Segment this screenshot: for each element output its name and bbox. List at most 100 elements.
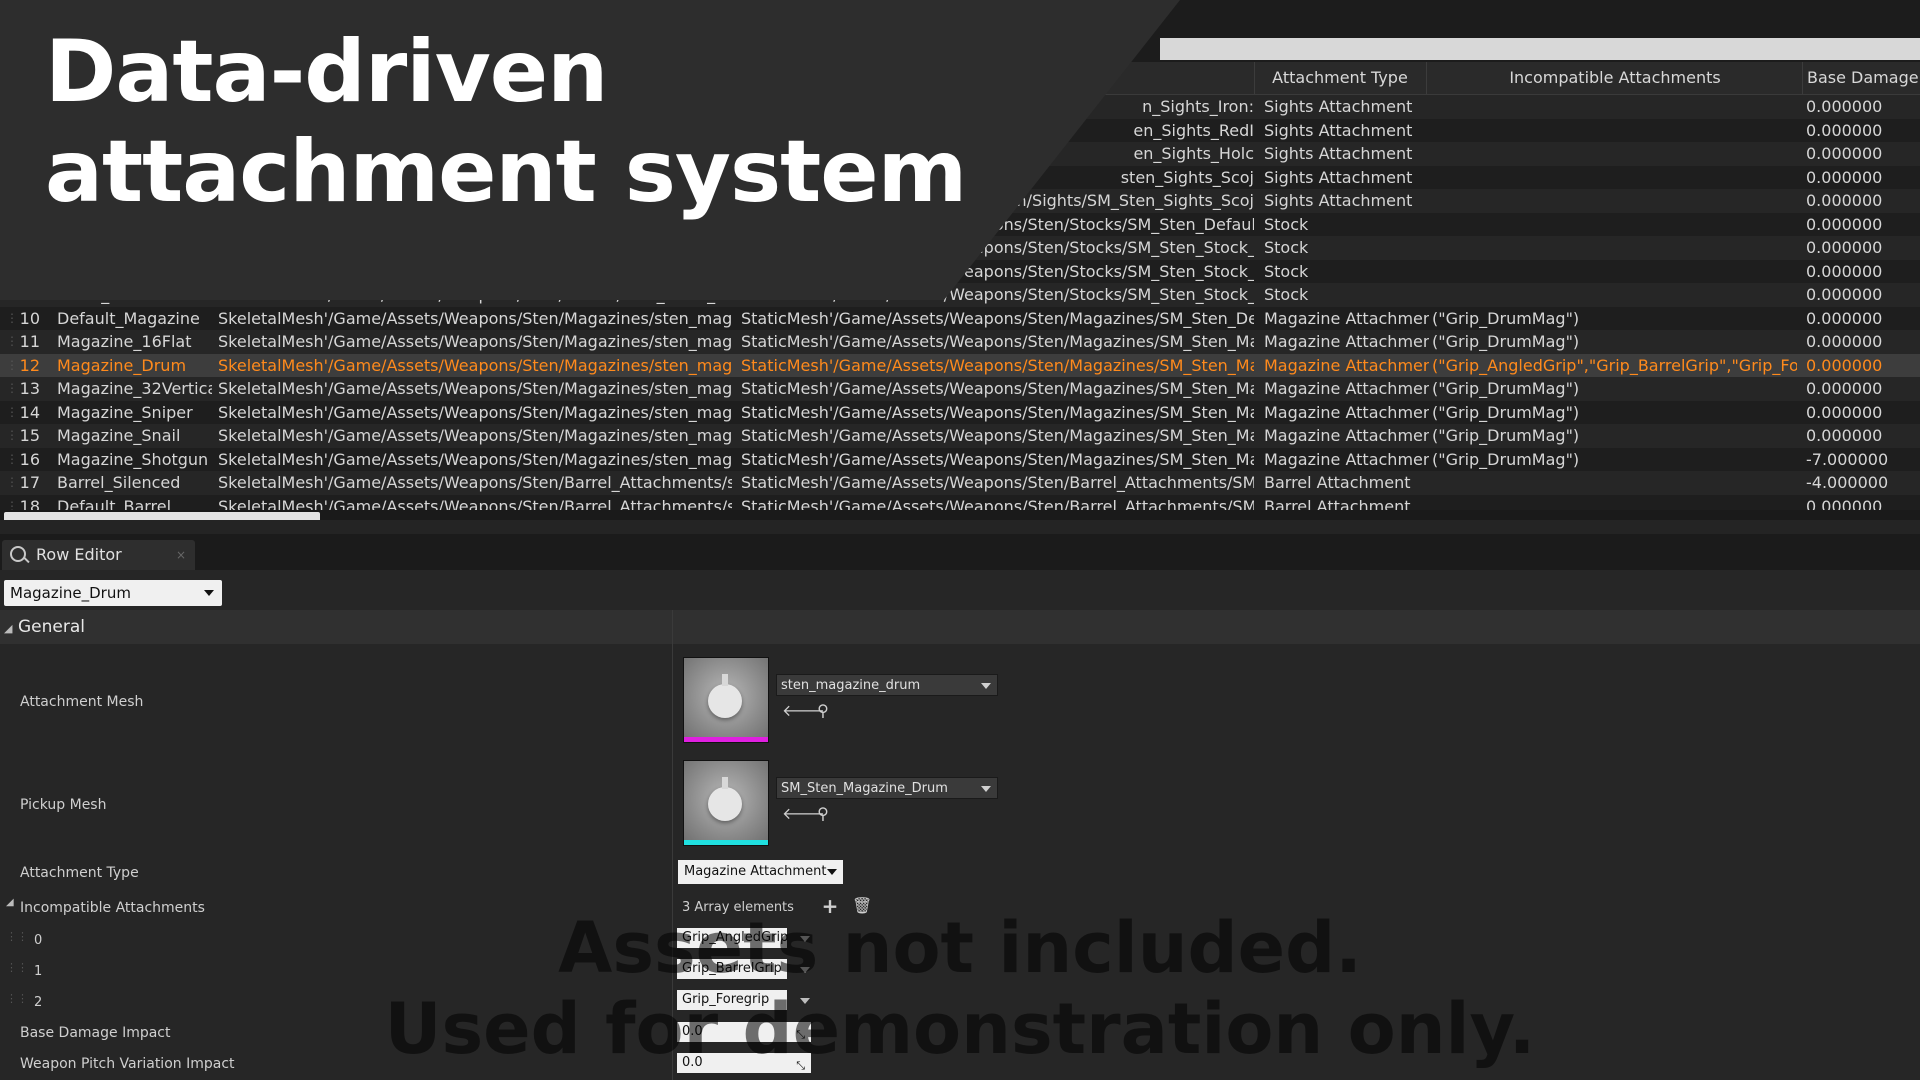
incompatible-attachments-cell: ("Grip_DrumMag") (1432, 332, 1580, 351)
asset-type-color-bar (684, 840, 768, 845)
static-mesh-cell: StaticMesh'/Game/Assets/Weapons/Sten/Mag… (741, 308, 1254, 328)
drag-handle-icon[interactable]: ⋮⋮ (6, 330, 14, 354)
array-element-dropdown[interactable]: Grip_BarrelGrip (677, 959, 787, 979)
attachment-type-cell: Stock (1264, 238, 1309, 257)
drag-handle-icon[interactable]: ⋮⋮ (6, 354, 14, 378)
attachment-type-cell: Stock (1264, 214, 1309, 234)
row-selector-dropdown[interactable]: Magazine_Drum (4, 580, 222, 606)
base-damage-cell: 0.000000 (1806, 120, 1883, 140)
skeletal-mesh-cell: SkeletalMesh'/Game/Assets/Weapons/Sten/M… (218, 426, 732, 445)
static-mesh-cell: StaticMesh'/Game/Assets/Weapons/Sten/Mag… (741, 355, 1254, 375)
pickup-mesh-picker[interactable]: SM_Sten_Magazine_Drum (776, 777, 998, 799)
static-mesh-cell: StaticMesh'/Game/Assets/Weapons/Sten/Mag… (741, 449, 1254, 469)
row-name: Barrel_Silenced (57, 473, 181, 492)
table-row[interactable]: ⋮⋮ 11 Magazine_16Flat SkeletalMesh'/Game/As… (0, 330, 1920, 354)
skeletal-mesh-cell: SkeletalMesh'/Game/Assets/Weapons/Sten/M… (218, 402, 732, 422)
attachment-type-cell: Stock (1264, 261, 1309, 281)
base-damage-impact-label: Base Damage Impact (20, 1025, 171, 1041)
table-row[interactable]: ⋮⋮ 17 Barrel_Silenced SkeletalMesh'/Game/As… (0, 471, 1920, 495)
page-title: Data-driven attachment system (45, 22, 967, 222)
chevron-down-icon[interactable] (800, 998, 810, 1004)
row-number: 11 (19, 332, 40, 351)
chevron-down-icon[interactable] (800, 967, 810, 973)
skeletal-mesh-cell: SkeletalMesh'/Game/Assets/Weapons/Sten/M… (218, 355, 732, 375)
base-damage-cell: 0.000000 (1806, 214, 1883, 234)
horizontal-scrollbar[interactable] (0, 510, 1920, 520)
column-divider[interactable] (672, 610, 673, 1080)
attachment-type-cell: Magazine Attachment (1264, 426, 1429, 445)
incompatible-attachments-cell: ("Grip_DrumMag") (1432, 308, 1580, 328)
incompatible-attachments-cell (1432, 189, 1797, 213)
row-name: Magazine_Snail (57, 426, 181, 445)
incompatible-attachments-cell: ("Grip_DrumMag") (1432, 402, 1580, 422)
table-row[interactable]: ⋮⋮14 Magazine_Sniper SkeletalMesh'/Game/As… (0, 400, 1920, 425)
row-name: Magazine_Shotgun (57, 449, 209, 469)
attachment-type-cell: Magazine Attachment (1264, 308, 1429, 328)
column-header-base-damage[interactable]: Base Damage Im (1802, 62, 1920, 94)
drag-handle-icon[interactable]: ⋮⋮ (6, 377, 14, 401)
table-row[interactable]: ⋮⋮10 Default_Magazine SkeletalMesh'/Game/A… (0, 306, 1920, 331)
attachment-mesh-picker[interactable]: sten_magazine_drum (776, 674, 998, 696)
mesh-preview-shape (708, 777, 742, 821)
drag-handle-icon[interactable]: ⋮⋮ (6, 961, 28, 974)
attachment-type-label: Attachment Type (20, 865, 139, 881)
spin-arrows-icon[interactable]: ⤡ (796, 1025, 805, 1045)
base-damage-cell: 0.000000 (1806, 261, 1883, 281)
drag-handle-icon[interactable]: ⋮⋮ (6, 448, 14, 472)
editor-tab-bar: Row Editor × (0, 534, 1920, 570)
row-number: 12 (19, 355, 40, 375)
drag-handle-icon[interactable]: ⋮⋮ (6, 992, 28, 1005)
array-element-count: 3 Array elements (682, 900, 794, 915)
base-damage-impact-field[interactable]: 0.0 ⤡ (677, 1022, 811, 1042)
drag-handle-icon[interactable]: ⋮⋮ (6, 424, 14, 448)
array-element-dropdown[interactable]: Grip_AngledGrip (677, 928, 788, 948)
pickup-mesh-thumbnail[interactable] (683, 760, 769, 846)
row-number: 16 (19, 449, 40, 469)
static-mesh-cell: StaticMesh'/Game/Assets/Weapons/Sten/Mag… (741, 332, 1254, 351)
table-row[interactable]: ⋮⋮12 Magazine_Drum SkeletalMesh'/Game/Asse… (0, 353, 1920, 378)
weapon-pitch-variation-field[interactable]: 0.0 ⤡ (677, 1053, 811, 1073)
incompatible-attachments-cell: ("Grip_AngledGrip","Grip_BarrelGrip","Gr… (1432, 355, 1797, 375)
add-element-plus-icon[interactable]: + (821, 896, 839, 916)
drag-handle-icon[interactable]: ⋮⋮ (6, 930, 28, 943)
tab-row-editor-label: Row Editor (36, 545, 122, 564)
drag-handle-icon[interactable]: ⋮⋮ (6, 401, 14, 425)
expand-triangle-icon[interactable]: ◢ (6, 897, 14, 908)
column-header-incompatible-attachments[interactable]: Incompatible Attachments (1426, 62, 1803, 94)
array-index-label: 0 (34, 933, 43, 948)
chevron-down-icon (204, 590, 214, 596)
incompatible-attachments-cell (1432, 95, 1797, 119)
table-row[interactable]: ⋮⋮16 Magazine_Shotgun SkeletalMesh'/Game/A… (0, 447, 1920, 472)
base-damage-cell: 0.000000 (1806, 167, 1883, 187)
skeletal-mesh-cell: SkeletalMesh'/Game/Assets/Weapons/Sten/M… (218, 308, 732, 328)
row-editor-panel: Row Editor × Magazine_Drum ◢ General Att… (0, 534, 1920, 1080)
drag-handle-icon[interactable]: ⋮⋮ (6, 471, 14, 495)
use-selected-arrow-icon[interactable]: 🡐 (782, 805, 825, 823)
drag-handle-icon[interactable]: ⋮⋮ (6, 307, 14, 331)
tab-row-editor[interactable]: Row Editor × (2, 540, 195, 570)
close-icon[interactable]: × (176, 540, 186, 570)
use-selected-arrow-icon[interactable]: 🡐 (782, 702, 825, 720)
incompatible-attachments-cell: ("Grip_DrumMag") (1432, 449, 1580, 469)
delete-trash-icon[interactable]: 🗑 (852, 897, 872, 915)
base-damage-cell: 0.000000 (1806, 144, 1883, 163)
section-general-label: General (18, 617, 85, 637)
chevron-down-icon[interactable] (800, 936, 810, 942)
row-number: 17 (19, 473, 40, 492)
table-top-scrollbar[interactable] (1160, 38, 1920, 60)
static-mesh-cell: StaticMesh'/Game/Assets/Weapons/Sten/Bar… (741, 473, 1254, 492)
attachment-mesh-thumbnail[interactable] (683, 657, 769, 743)
spin-arrows-icon[interactable]: ⤡ (796, 1056, 805, 1076)
attachment-type-dropdown[interactable]: Magazine Attachment (678, 860, 843, 884)
array-element-dropdown[interactable]: Grip_Foregrip (677, 990, 787, 1010)
column-header-attachment-type[interactable]: Attachment Type (1254, 62, 1425, 94)
horizontal-scrollbar-thumb[interactable] (4, 512, 320, 520)
browse-search-icon[interactable]: ⚲ (814, 805, 832, 823)
row-name: Magazine_16Flat (57, 332, 192, 351)
table-row[interactable]: ⋮⋮ 15 Magazine_Snail SkeletalMesh'/Game/Ass… (0, 424, 1920, 448)
skeletal-mesh-cell: SkeletalMesh'/Game/Assets/Weapons/Sten/B… (218, 473, 732, 492)
attachment-type-cell: Magazine Attachment (1264, 332, 1429, 351)
browse-search-icon[interactable]: ⚲ (814, 702, 832, 720)
section-general[interactable]: ◢ General (0, 610, 1920, 644)
table-row[interactable]: ⋮⋮ 13 Magazine_32Vertical SkeletalMesh'/Gam… (0, 377, 1920, 401)
